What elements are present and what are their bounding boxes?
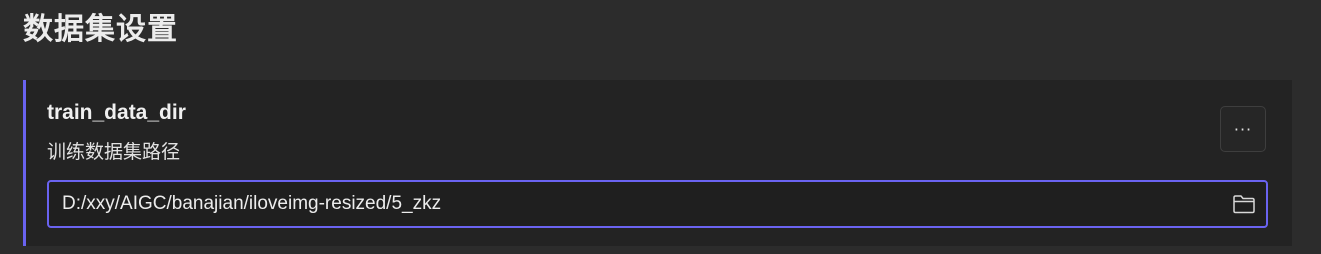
setting-name: train_data_dir [47,101,186,124]
section-title: 数据集设置 [23,12,178,47]
setting-description: 训练数据集路径 [47,141,181,163]
more-options-button[interactable]: ··· [1220,106,1266,152]
setting-card-train-data-dir: train_data_dir 训练数据集路径 ··· [23,80,1292,246]
folder-icon[interactable] [1232,193,1256,215]
train-data-dir-input[interactable] [62,182,1212,226]
path-input-container [47,180,1268,228]
